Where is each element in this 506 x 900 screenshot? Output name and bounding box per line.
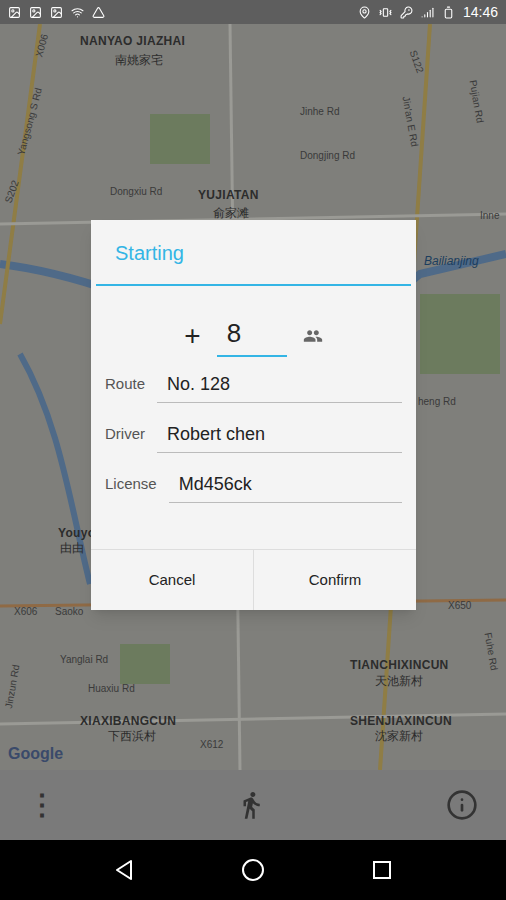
map-label: Jinzun Rd (1, 663, 23, 709)
map-label: Inne (480, 208, 499, 223)
map-label: SHENJIAXINCUN (350, 712, 452, 730)
image-icon (50, 6, 63, 19)
field-label: Route (105, 373, 145, 404)
recents-icon[interactable] (371, 859, 393, 881)
people-icon (303, 326, 323, 346)
dialog-button[interactable]: Confirm (253, 550, 416, 610)
image-icon (8, 6, 21, 19)
map-label: TIANCHIXINCUN (350, 656, 449, 674)
dialog-buttons: CancelConfirm (91, 549, 416, 610)
home-icon[interactable] (241, 858, 265, 882)
wifi-icon (71, 6, 84, 19)
map-label: Fuhe Rd (480, 631, 501, 671)
add-passenger-button[interactable]: + (184, 315, 200, 357)
map-label: Dongxiu Rd (110, 184, 162, 199)
app: 14:46 X006 NANYAO JIAZHAI南姚家宅 S122 Yangsong … (0, 0, 506, 900)
back-icon[interactable] (113, 859, 135, 881)
map-label: XIAXIBANGCUN (80, 712, 176, 730)
map-label: 由由 (60, 539, 84, 557)
field-label: License (105, 473, 157, 504)
map-label: Bailianjing (424, 252, 479, 270)
menu-button[interactable]: ⋮ (28, 784, 56, 826)
map-label: S122 (406, 48, 428, 75)
vibrate-icon (379, 6, 392, 19)
field-input[interactable]: Md456ck (169, 471, 402, 503)
map-label: YUJIATAN (198, 186, 259, 204)
walk-icon[interactable] (236, 790, 266, 820)
map-label: 天池新村 (375, 672, 423, 690)
map-label: Jin'an E Rd (399, 95, 423, 148)
passenger-count-input[interactable]: 8 (217, 314, 287, 357)
map-label: 南姚家宅 (115, 51, 163, 69)
warning-icon (92, 6, 105, 19)
field-row: License Md456ck (105, 471, 402, 503)
field-input[interactable]: Robert chen (157, 421, 402, 453)
map-label: Huaxiu Rd (88, 681, 135, 696)
map-label: NANYAO JIAZHAI (80, 32, 185, 50)
map-label: Youyo (58, 524, 95, 542)
notification-icons (8, 6, 105, 19)
location-icon (358, 6, 371, 19)
field-row: Route No. 128 (105, 371, 402, 403)
image-icon (29, 6, 42, 19)
map-label: Yangsong S Rd (13, 86, 45, 157)
field-label: Driver (105, 423, 145, 454)
map-label: X606 (14, 604, 37, 619)
map-label: Dongjing Rd (300, 148, 355, 163)
dialog-button[interactable]: Cancel (91, 550, 253, 610)
map-attribution: Google (8, 742, 63, 766)
info-icon[interactable] (446, 789, 478, 821)
starting-dialog: Starting+8RouteNo. 128DriverRobert chenL… (91, 220, 416, 610)
field-input[interactable]: No. 128 (157, 371, 402, 403)
map-label: Saoko (55, 604, 83, 619)
map-label: Pujian Rd (466, 79, 488, 124)
battery-icon (442, 6, 455, 19)
title-divider (96, 284, 411, 286)
map-label: S202 (1, 178, 23, 205)
status-bar: 14:46 (0, 0, 506, 24)
map-label: heng Rd (418, 394, 456, 409)
signal-icon (421, 6, 434, 19)
map[interactable]: X006 NANYAO JIAZHAI南姚家宅 S122 Yangsong S Rd J… (0, 24, 506, 770)
map-label: X006 (31, 32, 52, 58)
map-label: X612 (200, 737, 223, 752)
fields: Route No. 128 Driver Robert chenLicense Md45… (91, 371, 416, 549)
map-label: Jinhe Rd (300, 104, 339, 119)
map-label: Yanglai Rd (60, 652, 108, 667)
map-label: 沈家新村 (375, 727, 423, 745)
system-icons: 14:46 (358, 2, 498, 23)
passenger-row: +8 (91, 286, 416, 371)
map-label: 下西浜村 (108, 727, 156, 745)
field-row: Driver Robert chen (105, 421, 402, 453)
key-icon (400, 6, 413, 19)
dialog-title: Starting (91, 220, 416, 284)
clock: 14:46 (463, 2, 498, 23)
map-label: X650 (448, 598, 471, 613)
navigation-bar (0, 840, 506, 900)
bottom-toolbar: ⋮ (0, 770, 506, 840)
